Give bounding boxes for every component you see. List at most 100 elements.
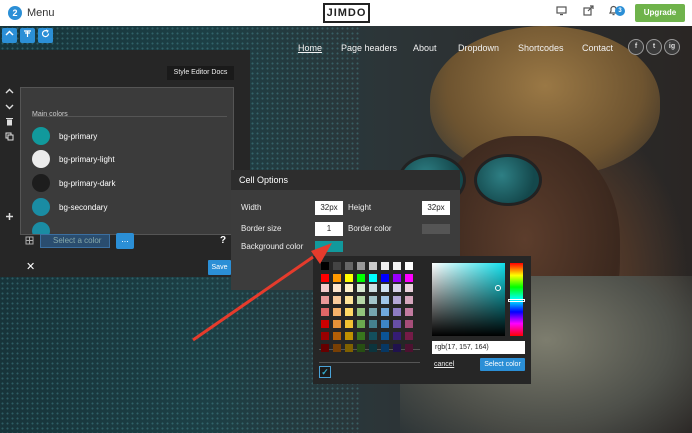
palette-swatch[interactable] xyxy=(393,262,401,270)
color-swatch[interactable] xyxy=(32,198,50,216)
palette-swatch[interactable] xyxy=(405,262,413,270)
style-editor-docs-button[interactable]: Style Editor Docs xyxy=(167,66,234,80)
palette-swatch[interactable] xyxy=(405,332,413,340)
refresh-icon[interactable] xyxy=(38,28,53,43)
palette-swatch[interactable] xyxy=(405,296,413,304)
hue-knob[interactable] xyxy=(508,299,525,302)
palette-swatch[interactable] xyxy=(333,320,341,328)
palette-swatch[interactable] xyxy=(345,274,353,282)
palette-swatch[interactable] xyxy=(333,296,341,304)
palette-swatch[interactable] xyxy=(357,284,365,292)
palette-swatch[interactable] xyxy=(357,296,365,304)
palette-swatch[interactable] xyxy=(381,284,389,292)
palette-swatch[interactable] xyxy=(321,284,329,292)
palette-swatch[interactable] xyxy=(393,332,401,340)
palette-swatch[interactable] xyxy=(345,320,353,328)
palette-swatch[interactable] xyxy=(321,262,329,270)
plus-icon[interactable] xyxy=(3,212,15,224)
palette-swatch[interactable] xyxy=(333,344,341,352)
palette-swatch[interactable] xyxy=(321,344,329,352)
palette-swatch[interactable] xyxy=(345,344,353,352)
site-nav-contact[interactable]: Contact xyxy=(582,43,613,53)
palette-swatch[interactable] xyxy=(405,308,413,316)
palette-swatch[interactable] xyxy=(333,284,341,292)
palette-swatch[interactable] xyxy=(381,344,389,352)
palette-swatch[interactable] xyxy=(333,332,341,340)
select-color-button[interactable]: Select color xyxy=(480,358,525,371)
style-brush-icon[interactable] xyxy=(20,28,35,43)
palette-swatch[interactable] xyxy=(369,274,377,282)
twitter-icon[interactable]: t xyxy=(646,39,662,55)
menu-count-badge[interactable]: 2 xyxy=(8,6,22,20)
more-options-button[interactable]: ... xyxy=(116,233,134,249)
menu-button[interactable]: Menu xyxy=(27,7,55,19)
palette-swatch[interactable] xyxy=(357,344,365,352)
trash-icon[interactable] xyxy=(3,117,15,129)
palette-swatch[interactable] xyxy=(369,332,377,340)
palette-swatch[interactable] xyxy=(321,332,329,340)
palette-swatch[interactable] xyxy=(405,320,413,328)
palette-swatch[interactable] xyxy=(345,308,353,316)
palette-swatch[interactable] xyxy=(369,344,377,352)
palette-swatch[interactable] xyxy=(345,332,353,340)
border-color-swatch[interactable] xyxy=(422,224,450,234)
palette-swatch[interactable] xyxy=(381,296,389,304)
palette-swatch[interactable] xyxy=(369,284,377,292)
palette-swatch[interactable] xyxy=(345,262,353,270)
height-input[interactable]: 32px xyxy=(422,201,450,215)
monitor-icon[interactable] xyxy=(553,5,569,21)
palette-swatch[interactable] xyxy=(381,262,389,270)
palette-swatch[interactable] xyxy=(357,274,365,282)
palette-swatch[interactable] xyxy=(357,262,365,270)
palette-swatch[interactable] xyxy=(393,344,401,352)
copy-icon[interactable] xyxy=(3,132,15,144)
palette-swatch[interactable] xyxy=(357,332,365,340)
palette-swatch[interactable] xyxy=(333,308,341,316)
saturation-box[interactable] xyxy=(432,263,505,336)
site-nav-dropdown[interactable]: Dropdown xyxy=(458,43,499,53)
palette-swatch[interactable] xyxy=(369,296,377,304)
instagram-icon[interactable]: ig xyxy=(664,39,680,55)
select-color-input[interactable]: Select a color xyxy=(40,234,110,248)
close-icon[interactable]: ✕ xyxy=(26,260,35,273)
palette-swatch[interactable] xyxy=(393,308,401,316)
palette-swatch[interactable] xyxy=(321,320,329,328)
palette-swatch[interactable] xyxy=(333,274,341,282)
palette-swatch[interactable] xyxy=(393,274,401,282)
rgb-value-input[interactable]: rgb(17, 157, 164) xyxy=(432,341,525,354)
palette-swatch[interactable] xyxy=(321,308,329,316)
cancel-button[interactable]: cancel xyxy=(434,361,454,368)
palette-swatch[interactable] xyxy=(405,284,413,292)
facebook-icon[interactable]: f xyxy=(628,39,644,55)
palette-swatch[interactable] xyxy=(345,284,353,292)
color-swatch[interactable] xyxy=(32,127,50,145)
share-icon[interactable] xyxy=(580,5,596,21)
palette-swatch[interactable] xyxy=(333,262,341,270)
palette-swatch[interactable] xyxy=(381,274,389,282)
site-nav-home[interactable]: Home xyxy=(298,43,322,53)
grid-icon[interactable] xyxy=(24,236,35,247)
palette-swatch[interactable] xyxy=(405,344,413,352)
palette-swatch[interactable] xyxy=(369,308,377,316)
background-color-swatch[interactable] xyxy=(315,241,343,252)
palette-swatch[interactable] xyxy=(393,284,401,292)
palette-swatch[interactable] xyxy=(369,320,377,328)
upgrade-button[interactable]: Upgrade xyxy=(635,4,685,22)
palette-swatch[interactable] xyxy=(381,332,389,340)
border-size-input[interactable]: 1 xyxy=(315,222,343,236)
palette-swatch[interactable] xyxy=(321,296,329,304)
site-nav-shortcodes[interactable]: Shortcodes xyxy=(518,43,564,53)
checkbox-checked-icon[interactable]: ✓ xyxy=(319,366,331,378)
color-swatch[interactable] xyxy=(32,150,50,168)
palette-swatch[interactable] xyxy=(357,308,365,316)
palette-swatch[interactable] xyxy=(381,308,389,316)
jimdo-logo[interactable]: JIMDO xyxy=(323,3,370,23)
width-input[interactable]: 32px xyxy=(315,201,343,215)
palette-swatch[interactable] xyxy=(405,274,413,282)
color-swatch[interactable] xyxy=(32,174,50,192)
palette-swatch[interactable] xyxy=(381,320,389,328)
site-nav-page-headers[interactable]: Page headers xyxy=(341,43,397,53)
palette-swatch[interactable] xyxy=(393,296,401,304)
palette-swatch[interactable] xyxy=(369,262,377,270)
site-nav-about[interactable]: About xyxy=(413,43,437,53)
